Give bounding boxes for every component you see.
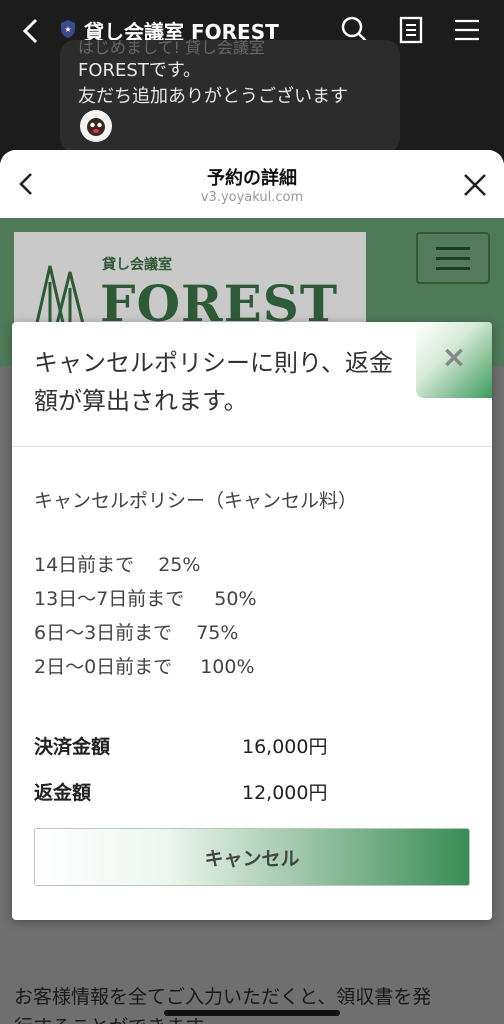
chat-message-line: FORESTです。 [78, 60, 202, 81]
policy-percent: 25% [158, 554, 201, 576]
home-indicator [164, 1010, 340, 1016]
policy-row: 13日〜7日前まで 50% [34, 582, 257, 616]
policy-row: 6日〜3日前まで 75% [34, 616, 257, 650]
notes-icon[interactable] [396, 14, 426, 46]
close-icon: × [441, 340, 467, 375]
site-menu-button[interactable] [416, 232, 490, 284]
chat-message-line: 友だち追加ありがとうございます [78, 86, 348, 107]
divider [12, 446, 492, 447]
hamburger-bar [436, 257, 470, 260]
policy-heading: キャンセルポリシー（キャンセル料） [34, 490, 358, 512]
sheet-title: 予約の詳細 [207, 168, 297, 189]
sheet-header: 予約の詳細 v3.yoyakul.com [0, 150, 504, 218]
policy-term: 13日〜7日前まで [34, 588, 185, 610]
policy-term: 14日前まで [34, 554, 135, 576]
cancel-policy-modal: キャンセルポリシーに則り、返金額が算出されます。 × キャンセルポリシー（キャン… [12, 322, 492, 920]
hamburger-bar [436, 247, 470, 250]
policy-term: 6日〜3日前まで [34, 622, 173, 644]
refund-amount-row: 返金額 12,000円 [34, 778, 327, 805]
back-arrow-icon[interactable] [16, 14, 46, 48]
receipt-note: お客様情報を全てご入力いただくと、領収書を発 [14, 986, 432, 1008]
payment-value: 16,000円 [242, 736, 328, 758]
policy-row: 2日〜0日前まで 100% [34, 650, 257, 684]
policy-list: 14日前まで 25% 13日〜7日前まで 50% 6日〜3日前まで 75% 2日〜0日… [34, 548, 257, 684]
policy-percent: 50% [214, 588, 257, 610]
policy-row: 14日前まで 25% [34, 548, 257, 582]
policy-term: 2日〜0日前まで [34, 656, 173, 678]
shield-icon: ★ [61, 20, 75, 38]
svg-text:★: ★ [64, 25, 71, 34]
cancel-button[interactable]: キャンセル [34, 828, 470, 886]
hamburger-bar [436, 267, 470, 270]
close-icon[interactable] [462, 172, 488, 198]
payment-label: 決済金額 [34, 736, 111, 758]
refund-value: 12,000円 [242, 782, 328, 804]
policy-percent: 75% [196, 622, 239, 644]
logo-subtitle: 貸し会議室 [102, 257, 172, 273]
refund-label: 返金額 [34, 782, 92, 804]
sheet-url: v3.yoyakul.com [200, 190, 304, 205]
modal-title: キャンセルポリシーに則り、返金額が算出されます。 [34, 349, 394, 415]
chat-message-faded: はじめまして! 貸し会議室 [78, 38, 266, 57]
modal-close-button[interactable]: × [416, 322, 492, 398]
policy-percent: 100% [200, 656, 255, 678]
payment-amount-row: 決済金額 16,000円 [34, 732, 327, 759]
sticker-icon [80, 110, 112, 142]
menu-icon[interactable] [452, 14, 482, 46]
